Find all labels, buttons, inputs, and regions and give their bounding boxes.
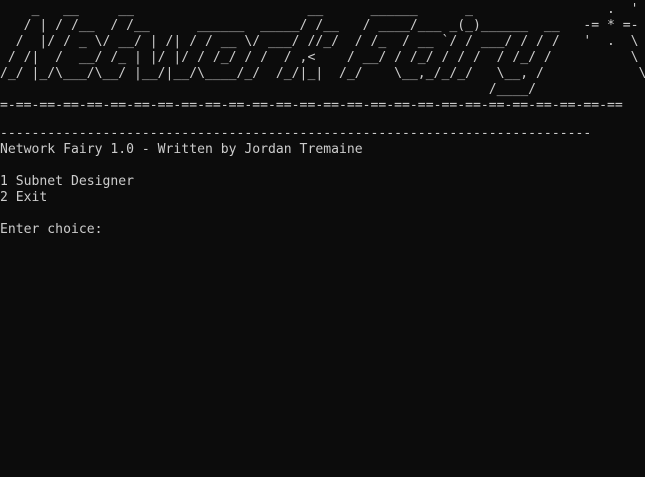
input-prompt-line[interactable]: Enter choice: bbox=[0, 222, 591, 238]
console-window[interactable]: _ __ __ __ ______ _ . ' . / | / /__ / /_… bbox=[0, 0, 645, 477]
input-field[interactable] bbox=[102, 222, 110, 238]
horizontal-rule: ----------------------------------------… bbox=[0, 126, 592, 141]
program-header: Network Fairy 1.0 - Written by Jordan Tr… bbox=[0, 142, 363, 157]
menu-item-subnet-designer: 1 Subnet Designer bbox=[0, 174, 135, 189]
menu-item-exit: 2 Exit bbox=[0, 190, 48, 205]
ascii-art-logo: _ __ __ __ ______ _ . ' . / | / /__ / /_… bbox=[0, 2, 645, 97]
banner-separator: =-==-==-==-==-==-==-==-==-==-==-==-==-==… bbox=[0, 98, 623, 113]
input-prompt: Enter choice: bbox=[0, 222, 103, 237]
ascii-banner: _ __ __ __ ______ _ . ' . / | / /__ / /_… bbox=[0, 2, 645, 114]
console-output: ----------------------------------------… bbox=[0, 126, 591, 238]
